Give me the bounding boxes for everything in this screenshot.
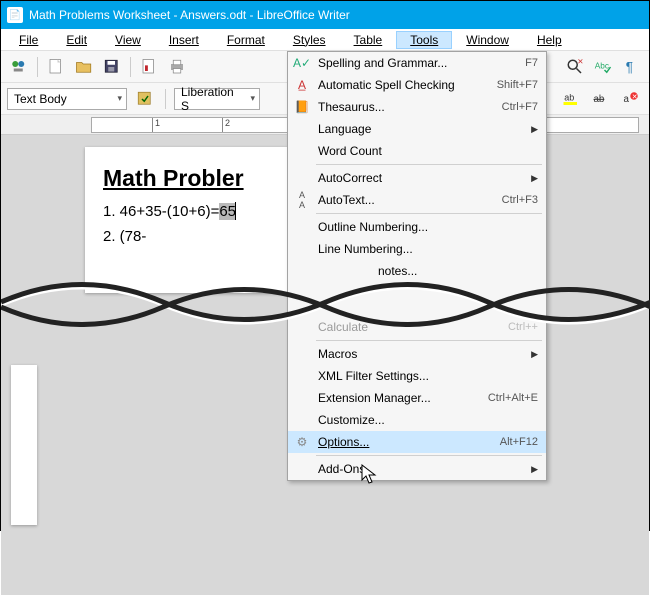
menu-edit[interactable]: Edit <box>52 31 101 49</box>
menu-item-customize[interactable]: Customize... <box>288 409 546 431</box>
menu-window[interactable]: Window <box>452 31 523 49</box>
menu-item-footnotes[interactable]: notes... <box>288 260 546 282</box>
new-button[interactable] <box>44 55 68 79</box>
page-edge <box>11 365 37 525</box>
menu-styles[interactable]: Styles <box>279 31 340 49</box>
save-button[interactable] <box>100 55 124 79</box>
menu-table[interactable]: Table <box>340 31 397 49</box>
svg-text:¶: ¶ <box>626 59 633 74</box>
text-selection[interactable]: 65 <box>219 203 236 220</box>
svg-text:✕: ✕ <box>577 58 583 66</box>
menu-item-thesaurus[interactable]: 📙 Thesaurus... Ctrl+F7 <box>288 96 546 118</box>
menu-item-language[interactable]: Language ▶ <box>288 118 546 140</box>
spellcheck-icon: A✓ <box>292 56 312 70</box>
open-button[interactable] <box>72 55 96 79</box>
menu-item-outline-numbering[interactable]: Outline Numbering... <box>288 216 546 238</box>
gear-icon: ⚙ <box>292 435 312 449</box>
zoom-button[interactable]: ✕ <box>563 55 587 79</box>
export-pdf-button[interactable]: ▮ <box>137 55 161 79</box>
menu-view[interactable]: View <box>101 31 155 49</box>
menu-separator <box>316 213 542 214</box>
svg-text:▮: ▮ <box>145 65 149 72</box>
svg-text:ab: ab <box>564 92 574 102</box>
submenu-arrow-icon: ▶ <box>528 464 538 475</box>
autotext-icon: AA <box>292 190 312 210</box>
menu-item-macros[interactable]: Macros ▶ <box>288 343 546 365</box>
auto-spellcheck-icon: A̲ <box>292 78 312 92</box>
menu-item-xml-filter[interactable]: XML Filter Settings... <box>288 365 546 387</box>
menu-separator <box>316 164 542 165</box>
strikethrough-button[interactable]: ab <box>589 87 613 111</box>
menu-item-autotext[interactable]: AA AutoText... Ctrl+F3 <box>288 189 546 211</box>
update-style-button[interactable] <box>133 87 157 111</box>
svg-text:ab: ab <box>594 94 605 105</box>
submenu-arrow-icon: ▶ <box>528 349 538 360</box>
menu-separator <box>316 340 542 341</box>
font-name-combo[interactable]: Liberation S <box>174 88 260 110</box>
menu-separator <box>316 455 542 456</box>
menu-item-addons[interactable]: Add-Ons ▶ <box>288 458 546 480</box>
svg-text:Abc: Abc <box>595 61 609 70</box>
menu-help[interactable]: Help <box>523 31 576 49</box>
menu-item-options[interactable]: ⚙ Options... Alt+F12 <box>288 431 546 453</box>
text-caret <box>235 202 236 220</box>
menu-item-extension-manager[interactable]: Extension Manager... Ctrl+Alt+E <box>288 387 546 409</box>
find-replace-button[interactable] <box>7 55 31 79</box>
menu-item-line-numbering[interactable]: Line Numbering... <box>288 238 546 260</box>
submenu-arrow-icon: ▶ <box>528 173 538 184</box>
formatting-marks-button[interactable]: ¶ <box>619 55 643 79</box>
svg-text:a: a <box>624 94 630 105</box>
thesaurus-icon: 📙 <box>292 100 312 114</box>
menu-format[interactable]: Format <box>213 31 279 49</box>
menu-file[interactable]: File <box>5 31 52 49</box>
highlight-button[interactable]: ab <box>559 87 583 111</box>
window-title: Math Problems Worksheet - Answers.odt - … <box>29 8 350 22</box>
menu-insert[interactable]: Insert <box>155 31 213 49</box>
menu-item-spelling[interactable]: A✓ Spelling and Grammar... F7 <box>288 52 546 74</box>
title-bar: 📄 Math Problems Worksheet - Answers.odt … <box>1 1 649 29</box>
menu-item-autocorrect[interactable]: AutoCorrect ▶ <box>288 167 546 189</box>
menu-item-calculate: Calculate Ctrl++ <box>288 316 546 338</box>
tools-menu-dropdown: A✓ Spelling and Grammar... F7 A̲ Automat… <box>287 51 547 481</box>
menu-tools[interactable]: Tools <box>396 31 452 49</box>
menu-item-word-count[interactable]: Word Count <box>288 140 546 162</box>
svg-text:✕: ✕ <box>632 94 638 101</box>
submenu-arrow-icon: ▶ <box>528 124 538 135</box>
clear-formatting-button[interactable]: a✕ <box>619 87 643 111</box>
menu-item-auto-spellcheck[interactable]: A̲ Automatic Spell Checking Shift+F7 <box>288 74 546 96</box>
paragraph-style-combo[interactable]: Text Body <box>7 88 127 110</box>
menu-bar: File Edit View Insert Format Styles Tabl… <box>1 29 649 51</box>
spellcheck-button[interactable]: Abc <box>591 55 615 79</box>
print-button[interactable] <box>165 55 189 79</box>
app-icon: 📄 <box>7 7 23 23</box>
